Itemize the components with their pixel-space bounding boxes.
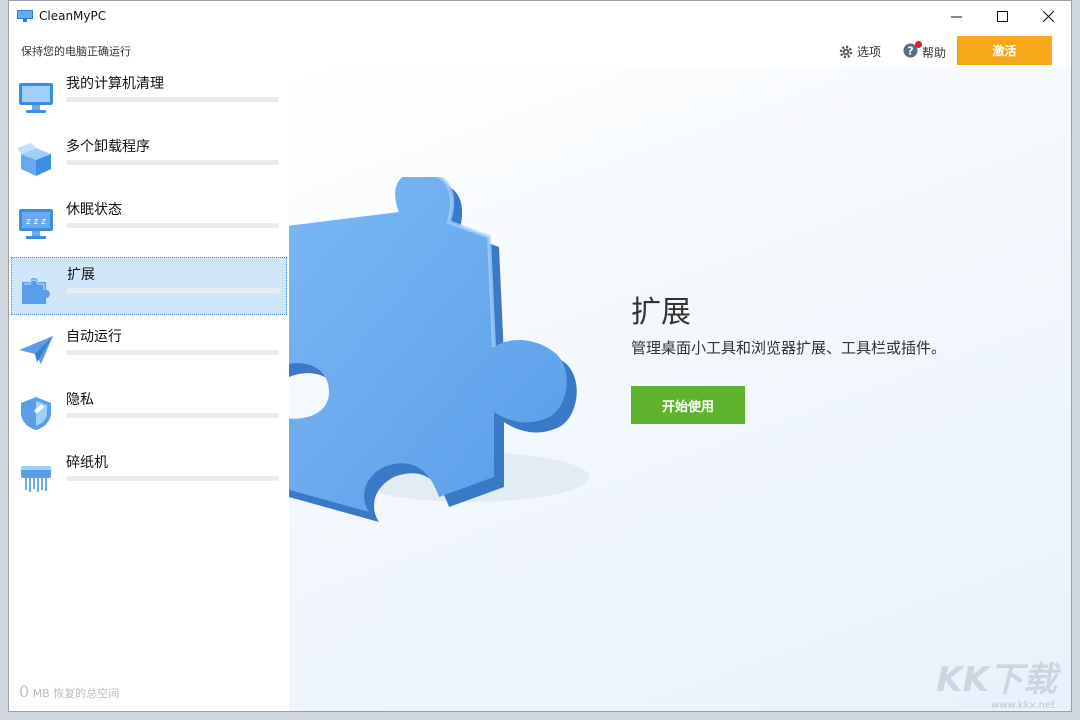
progress-track: [66, 413, 279, 418]
watermark-url: www.kkx.net: [991, 700, 1055, 711]
progress-track: [67, 288, 280, 293]
sidebar-item-label: 多个卸载程序: [66, 139, 150, 155]
close-button[interactable]: [1025, 1, 1071, 31]
window-title: CleanMyPC: [39, 9, 107, 23]
minimize-icon: [950, 16, 962, 17]
sidebar-item-autorun[interactable]: 自动运行: [11, 320, 287, 378]
watermark: KK下载: [936, 660, 1057, 700]
title-bar[interactable]: CleanMyPC: [9, 1, 1071, 31]
sleep-monitor-icon: z z z: [19, 209, 53, 239]
sidebar-item-label: 自动运行: [66, 329, 122, 345]
notification-dot: [915, 41, 922, 48]
sidebar-item-shredder[interactable]: 碎纸机: [11, 446, 287, 504]
progress-track: [66, 160, 279, 165]
box-icon: [17, 143, 51, 176]
help-label: 帮助: [922, 45, 947, 60]
minimize-button[interactable]: [933, 1, 979, 31]
progress-track: [66, 350, 279, 355]
large-puzzle-icon: [289, 177, 589, 522]
paper-plane-icon: [19, 336, 53, 364]
sidebar-item-label: 扩展: [67, 267, 95, 283]
sidebar-item-hibernation[interactable]: z z z 休眠状态: [11, 193, 287, 251]
sidebar-item-privacy[interactable]: 隐私: [11, 383, 287, 441]
recovered-space: 0 MB 恢复的总空间: [19, 682, 119, 701]
help-icon: ?: [903, 41, 922, 61]
options-label: 选项: [857, 45, 882, 59]
sidebar-item-extensions[interactable]: 扩展: [11, 257, 287, 315]
app-subtitle: 保持您的电脑正确运行: [21, 45, 131, 58]
sidebar-item-label: 我的计算机清理: [66, 76, 164, 92]
svg-text:z z z: z z z: [26, 217, 46, 227]
close-icon: [1042, 10, 1054, 22]
sidebar-item-label: 隐私: [66, 392, 94, 408]
puzzle-icon: [22, 278, 50, 304]
shredder-icon: [21, 466, 51, 492]
sidebar-item-label: 碎纸机: [66, 455, 108, 471]
shield-icon: [21, 397, 51, 430]
recovered-label: 恢复的总空间: [53, 687, 120, 700]
sidebar-item-uninstaller[interactable]: 多个卸载程序: [11, 130, 287, 188]
start-button[interactable]: 开始使用: [631, 386, 745, 424]
options-button[interactable]: 选项: [839, 43, 881, 60]
activate-button[interactable]: 激活: [957, 36, 1052, 65]
app-window: CleanMyPC 保持您的电脑正确运行 选项 ? 帮助 激活 我的计算机清理 …: [8, 0, 1072, 712]
recovered-amount: 0: [19, 682, 30, 701]
feature-title: 扩展: [631, 295, 691, 330]
maximize-button[interactable]: [979, 1, 1025, 31]
sidebar: 我的计算机清理 多个卸载程序 z z z 休眠状态 扩展 自动运行 隐私 碎纸机…: [9, 67, 289, 711]
progress-track: [66, 97, 279, 102]
main-panel: 扩展 管理桌面小工具和浏览器扩展、工具栏或插件。 开始使用 KK下载 www.k…: [289, 67, 1071, 711]
computer-icon: [19, 83, 53, 113]
sidebar-item-label: 休眠状态: [66, 202, 122, 218]
feature-description: 管理桌面小工具和浏览器扩展、工具栏或插件。: [631, 339, 947, 357]
app-monitor-icon: [17, 10, 33, 22]
progress-track: [66, 476, 279, 481]
sidebar-item-my-computer-cleanup[interactable]: 我的计算机清理: [11, 67, 287, 125]
maximize-icon: [996, 10, 1008, 22]
svg-text:?: ?: [907, 45, 913, 58]
help-button[interactable]: ? 帮助: [903, 41, 947, 61]
progress-track: [66, 223, 279, 228]
gear-icon: [839, 45, 853, 58]
recovered-unit: MB: [32, 687, 50, 700]
